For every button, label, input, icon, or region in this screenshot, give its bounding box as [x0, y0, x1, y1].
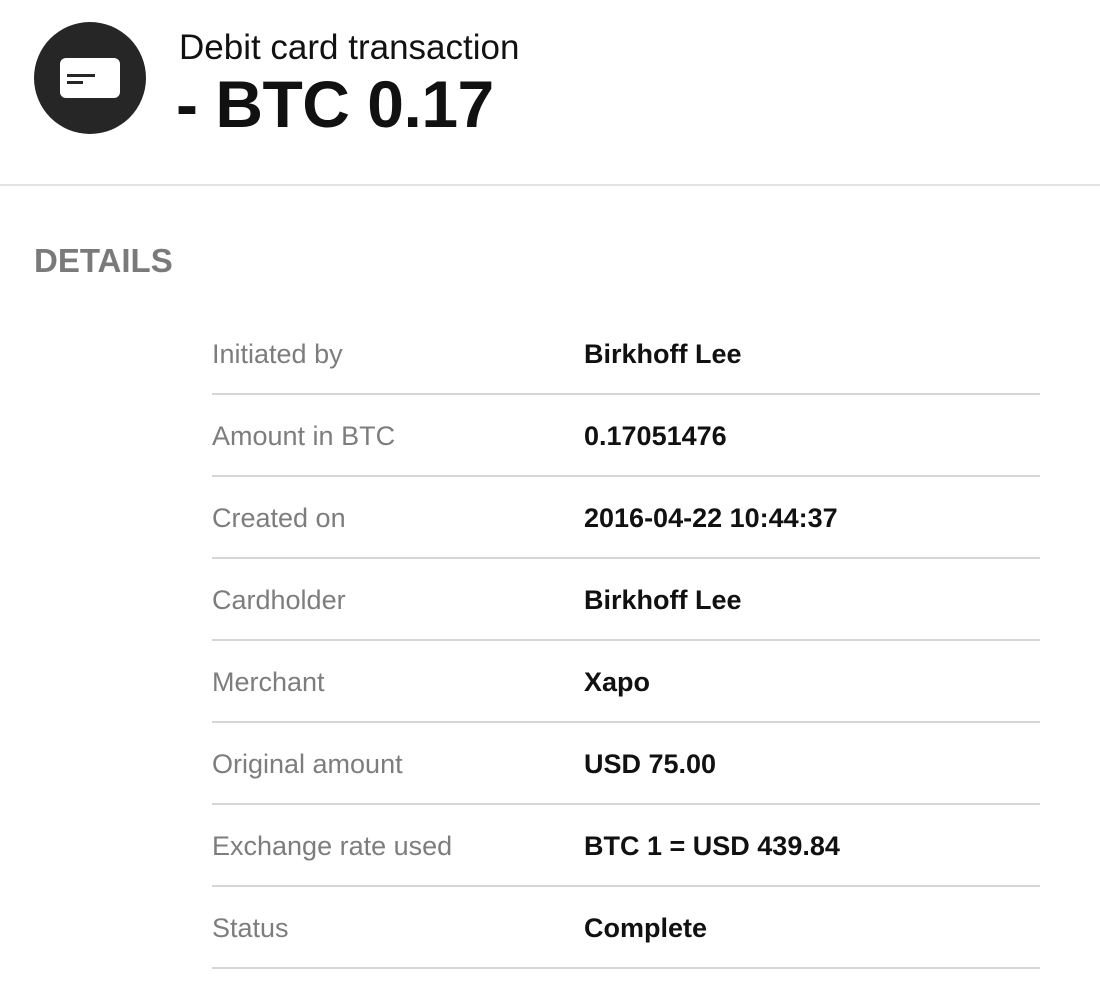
transaction-type-label: Debit card transaction — [179, 28, 520, 67]
detail-label: Merchant — [212, 667, 325, 697]
detail-row-merchant: Merchant Xapo — [212, 641, 1040, 723]
detail-value: Xapo — [584, 667, 651, 697]
detail-value: 2016-04-22 10:44:37 — [584, 503, 838, 533]
detail-value: BTC 1 = USD 439.84 — [584, 831, 840, 861]
detail-label: Status — [212, 913, 289, 943]
detail-row-status: Status Complete — [212, 887, 1040, 969]
detail-label: Original amount — [212, 749, 403, 779]
detail-row-initiated-by: Initiated by Birkhoff Lee — [212, 313, 1040, 395]
detail-row-original-amount: Original amount USD 75.00 — [212, 723, 1040, 805]
detail-label: Exchange rate used — [212, 831, 453, 861]
detail-label: Created on — [212, 503, 346, 533]
detail-label: Amount in BTC — [212, 421, 396, 451]
transaction-type-avatar — [34, 22, 146, 134]
detail-value: Birkhoff Lee — [584, 339, 742, 369]
transaction-header: Debit card transaction - BTC 0.17 — [0, 0, 1100, 186]
detail-row-exchange-rate: Exchange rate used BTC 1 = USD 439.84 — [212, 805, 1040, 887]
detail-row-cardholder: Cardholder Birkhoff Lee — [212, 559, 1040, 641]
status-value: Complete — [584, 913, 708, 943]
credit-card-icon — [60, 58, 120, 98]
detail-label: Initiated by — [212, 339, 343, 369]
detail-value: USD 75.00 — [584, 749, 717, 779]
detail-row-created-on: Created on 2016-04-22 10:44:37 — [212, 477, 1040, 559]
details-list: Initiated by Birkhoff Lee Amount in BTC … — [212, 313, 1040, 969]
transaction-amount: - BTC 0.17 — [176, 67, 494, 141]
details-section-title: DETAILS — [34, 242, 173, 279]
detail-row-amount-in-btc: Amount in BTC 0.17051476 — [212, 395, 1040, 477]
detail-value: Birkhoff Lee — [584, 585, 742, 615]
detail-value: 0.17051476 — [584, 421, 727, 451]
detail-label: Cardholder — [212, 585, 346, 615]
